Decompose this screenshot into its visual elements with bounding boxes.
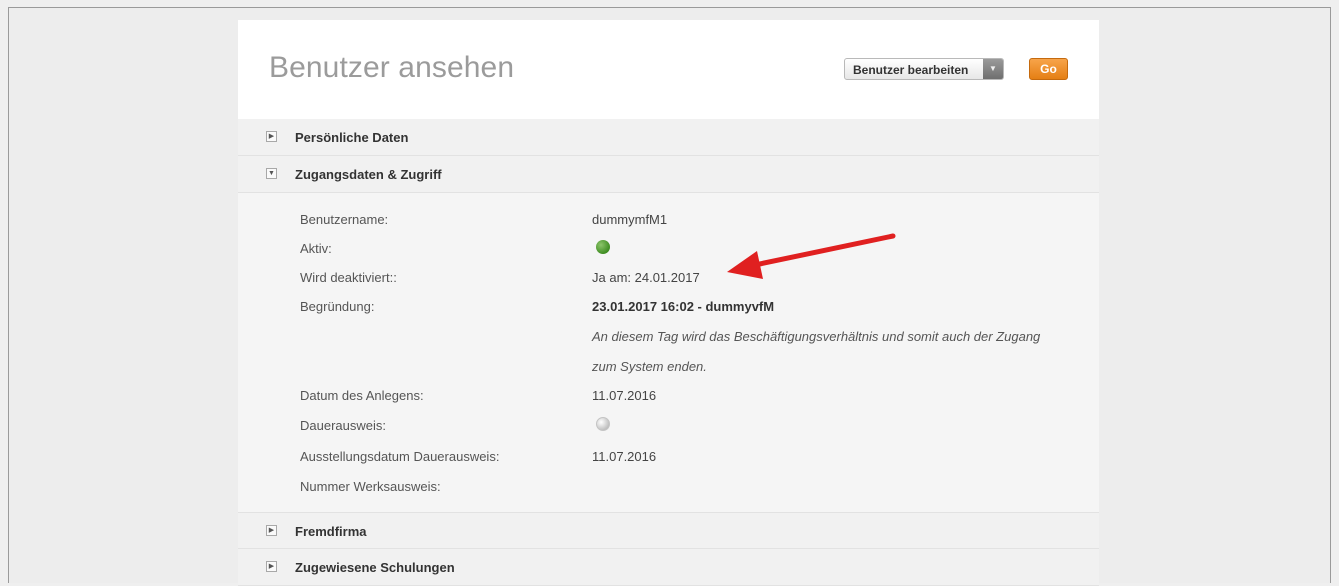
issue-date-value: 11.07.2016	[592, 449, 657, 464]
created-value: 11.07.2016	[592, 388, 657, 403]
triangle-right-icon[interactable]: ▶	[266, 561, 277, 572]
go-button[interactable]: Go	[1029, 58, 1068, 80]
section-personal-data[interactable]: ▶ Persönliche Daten	[238, 119, 1099, 156]
username-label: Benutzername:	[300, 212, 389, 227]
section-title[interactable]: Fremdfirma	[295, 524, 367, 539]
triangle-right-icon[interactable]: ▶	[266, 131, 277, 142]
reason-label: Begründung:	[300, 299, 375, 314]
section-title[interactable]: Zugangsdaten & Zugriff	[295, 167, 442, 182]
page-header: Benutzer ansehen Benutzer bearbeiten ▼ G…	[238, 20, 1099, 119]
works-id-label: Nummer Werksausweis:	[300, 479, 441, 494]
action-select-value: Benutzer bearbeiten	[853, 63, 969, 77]
deactivate-label: Wird deaktiviert::	[300, 270, 397, 285]
active-status-icon	[596, 240, 610, 254]
created-label: Datum des Anlegens:	[300, 388, 424, 403]
deactivate-value: Ja am: 24.01.2017	[592, 270, 700, 285]
reason-note-line: An diesem Tag wird das Beschäftigungsver…	[592, 329, 1041, 344]
section-external-company[interactable]: ▶ Fremdfirma	[238, 512, 1099, 549]
user-panel: Benutzer ansehen Benutzer bearbeiten ▼ G…	[238, 20, 1099, 586]
section-access-data[interactable]: ▼ Zugangsdaten & Zugriff	[238, 156, 1099, 193]
section-title[interactable]: Zugewiesene Schulungen	[295, 560, 455, 575]
permanent-pass-label: Dauerausweis:	[300, 418, 386, 433]
triangle-right-icon[interactable]: ▶	[266, 525, 277, 536]
action-select[interactable]: Benutzer bearbeiten ▼	[844, 58, 1004, 80]
active-label: Aktiv:	[300, 241, 332, 256]
reason-note-line: zum System enden.	[592, 359, 707, 374]
section-assigned-trainings[interactable]: ▶ Zugewiesene Schulungen	[238, 549, 1099, 586]
triangle-down-icon[interactable]: ▼	[266, 168, 277, 179]
issue-date-label: Ausstellungsdatum Dauerausweis:	[300, 449, 500, 464]
permanent-pass-status-icon	[596, 417, 610, 431]
username-value: dummymfM1	[592, 212, 668, 227]
reason-header: 23.01.2017 16:02 - dummyvfM	[592, 299, 775, 314]
page-title: Benutzer ansehen	[269, 51, 515, 84]
chevron-down-icon[interactable]: ▼	[983, 59, 1003, 79]
section-title[interactable]: Persönliche Daten	[295, 130, 408, 145]
access-details: Benutzername: dummymfM1 Aktiv: Wird deak…	[238, 194, 1099, 531]
